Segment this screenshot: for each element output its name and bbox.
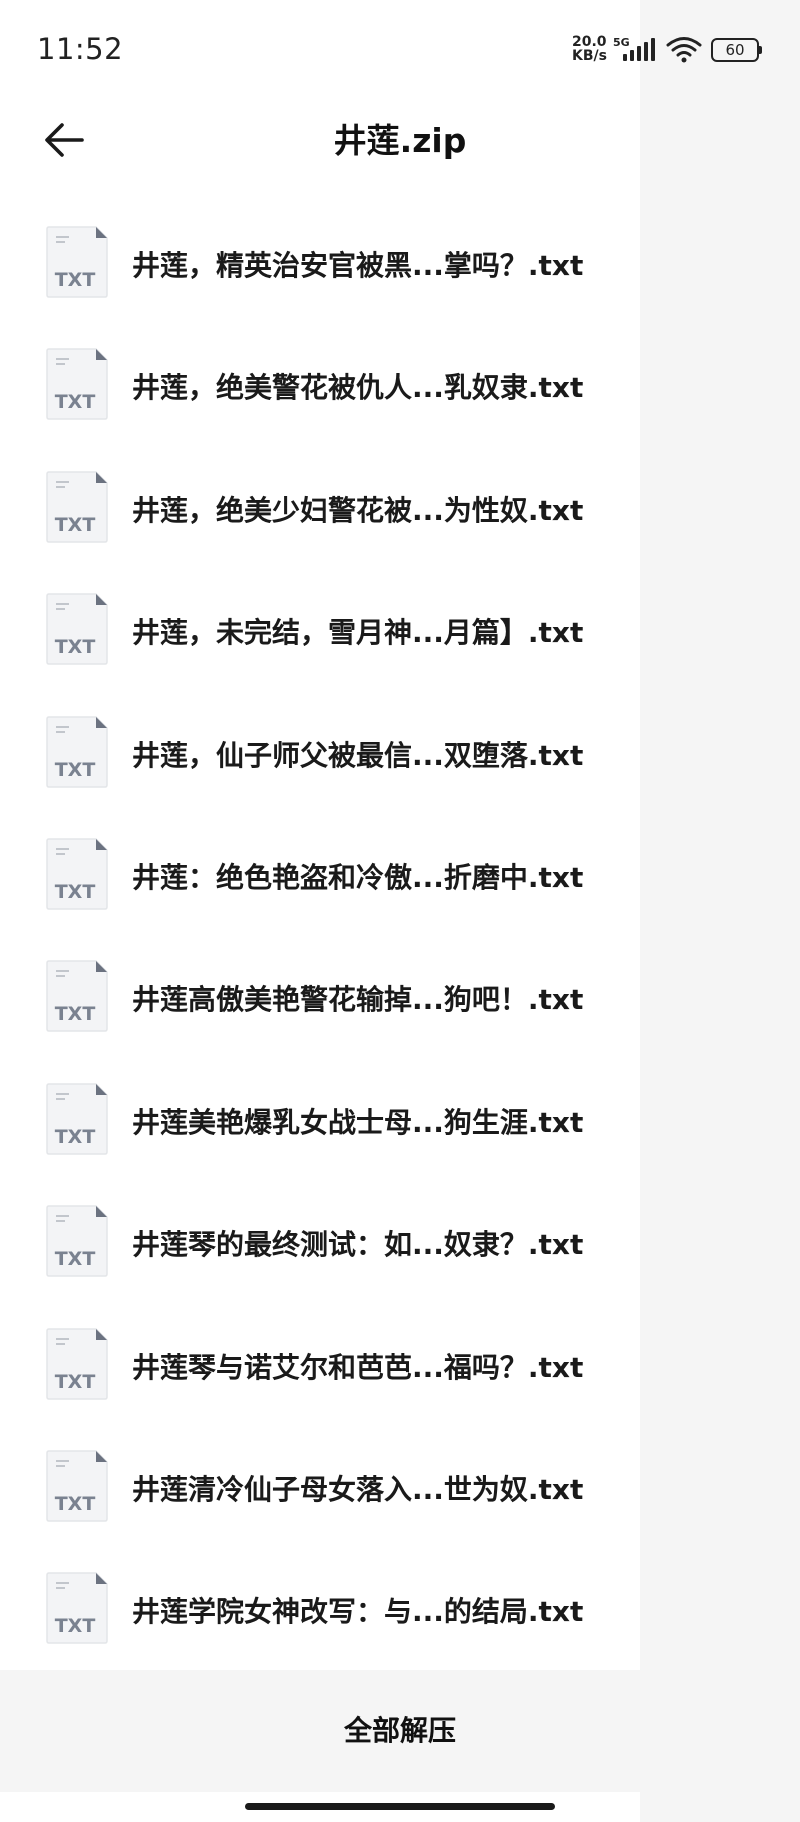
- file-type-label: TXT: [55, 269, 96, 291]
- file-list-item[interactable]: TXT 井莲琴与诺艾尔和芭芭...福吗？.txt: [0, 1302, 640, 1424]
- header: 井莲.zip: [0, 100, 800, 180]
- file-list-item[interactable]: TXT 井莲：绝色艳盗和冷傲...折磨中.txt: [0, 812, 640, 934]
- file-type-label: TXT: [55, 759, 96, 781]
- file-name: 井莲琴与诺艾尔和芭芭...福吗？.txt: [132, 1350, 584, 1384]
- file-type-label: TXT: [55, 636, 96, 658]
- txt-file-icon: TXT: [46, 1450, 108, 1522]
- signal-icon: [623, 38, 655, 61]
- txt-file-icon: TXT: [46, 960, 108, 1033]
- txt-file-icon: TXT: [46, 1327, 108, 1400]
- status-bar: 11:52 20.0 KB/s 5G 60: [0, 0, 762, 100]
- file-name: 井莲，精英治安官被黑...掌吗？.txt: [132, 249, 584, 282]
- file-name: 井莲学院女神改写：与...的结局.txt: [132, 1595, 584, 1629]
- file-name: 井莲，仙子师父被最信...双堕落.txt: [132, 738, 584, 772]
- file-name: 井莲高傲美艳警花输掉...狗吧！.txt: [132, 983, 584, 1017]
- file-type-label: TXT: [55, 1493, 96, 1515]
- extract-all-button[interactable]: 全部解压: [0, 1670, 800, 1792]
- file-list-item[interactable]: TXT 井莲，绝美少妇警花被...为性奴.txt: [0, 445, 640, 567]
- page-title: 井莲.zip: [333, 121, 467, 160]
- bottom-bar: 全部解压: [0, 1670, 640, 1792]
- file-type-label: TXT: [55, 514, 96, 536]
- wifi-icon: [666, 37, 702, 63]
- txt-file-icon: TXT: [46, 715, 108, 788]
- file-name: 井莲，绝美少妇警花被...为性奴.txt: [132, 493, 584, 527]
- file-list-item[interactable]: TXT 井莲美艳爆乳女战士母...狗生涯.txt: [0, 1057, 640, 1179]
- file-list-item[interactable]: TXT 井莲，仙子师父被最信...双堕落.txt: [0, 690, 640, 812]
- file-name: 井莲，绝美警花被仇人...乳奴隶.txt: [132, 371, 584, 405]
- file-name: 井莲美艳爆乳女战士母...狗生涯.txt: [132, 1105, 584, 1139]
- file-type-label: TXT: [55, 1615, 96, 1637]
- file-type-label: TXT: [55, 1371, 96, 1393]
- battery-indicator: 60: [711, 38, 762, 62]
- file-list-item[interactable]: TXT 井莲琴的最终测试：如...奴隶？.txt: [0, 1179, 640, 1301]
- battery-level: 60: [711, 38, 759, 62]
- file-list-item[interactable]: TXT 井莲，精英治安官被黑...掌吗？.txt: [0, 200, 640, 322]
- network-speed-unit: KB/s: [572, 48, 607, 64]
- file-type-label: TXT: [55, 1126, 96, 1148]
- battery-tip: [759, 46, 762, 54]
- file-list-item[interactable]: TXT 井莲，未完结，雪月神...月篇】.txt: [0, 567, 640, 689]
- txt-file-icon: TXT: [46, 348, 108, 421]
- txt-file-icon: TXT: [46, 471, 108, 543]
- network-speed: 20.0 KB/s 5G: [572, 35, 630, 64]
- file-list: TXT 井莲，精英治安官被黑...掌吗？.txt TXT 井莲，绝美警花被仇人.…: [0, 200, 640, 1669]
- file-list-item[interactable]: TXT 井莲，绝美警花被仇人...乳奴隶.txt: [0, 322, 640, 444]
- txt-file-icon: TXT: [46, 593, 108, 665]
- file-type-label: TXT: [55, 881, 96, 903]
- file-name: 井莲琴的最终测试：如...奴隶？.txt: [132, 1228, 584, 1262]
- txt-file-icon: TXT: [46, 838, 108, 910]
- screen: 11:52 20.0 KB/s 5G 60 井莲.zip TXT 井莲，精英治安…: [0, 0, 800, 1822]
- file-list-item[interactable]: TXT 井莲学院女神改写：与...的结局.txt: [0, 1546, 640, 1668]
- file-list-item[interactable]: TXT 井莲清冷仙子母女落入...世为奴.txt: [0, 1424, 640, 1546]
- file-type-label: TXT: [55, 391, 96, 413]
- file-name: 井莲清冷仙子母女落入...世为奴.txt: [132, 1472, 584, 1506]
- file-name: 井莲：绝色艳盗和冷傲...折磨中.txt: [132, 860, 584, 894]
- status-time: 11:52: [37, 32, 124, 66]
- file-type-label: TXT: [55, 1248, 96, 1270]
- txt-file-icon: TXT: [46, 1205, 108, 1277]
- txt-file-icon: TXT: [46, 1082, 108, 1155]
- file-list-item[interactable]: TXT 井莲高傲美艳警花输掉...狗吧！.txt: [0, 934, 640, 1056]
- txt-file-icon: TXT: [46, 226, 108, 298]
- txt-file-icon: TXT: [46, 1572, 108, 1645]
- file-name: 井莲，未完结，雪月神...月篇】.txt: [132, 616, 584, 650]
- home-indicator[interactable]: [245, 1803, 555, 1810]
- file-type-label: TXT: [55, 1003, 96, 1025]
